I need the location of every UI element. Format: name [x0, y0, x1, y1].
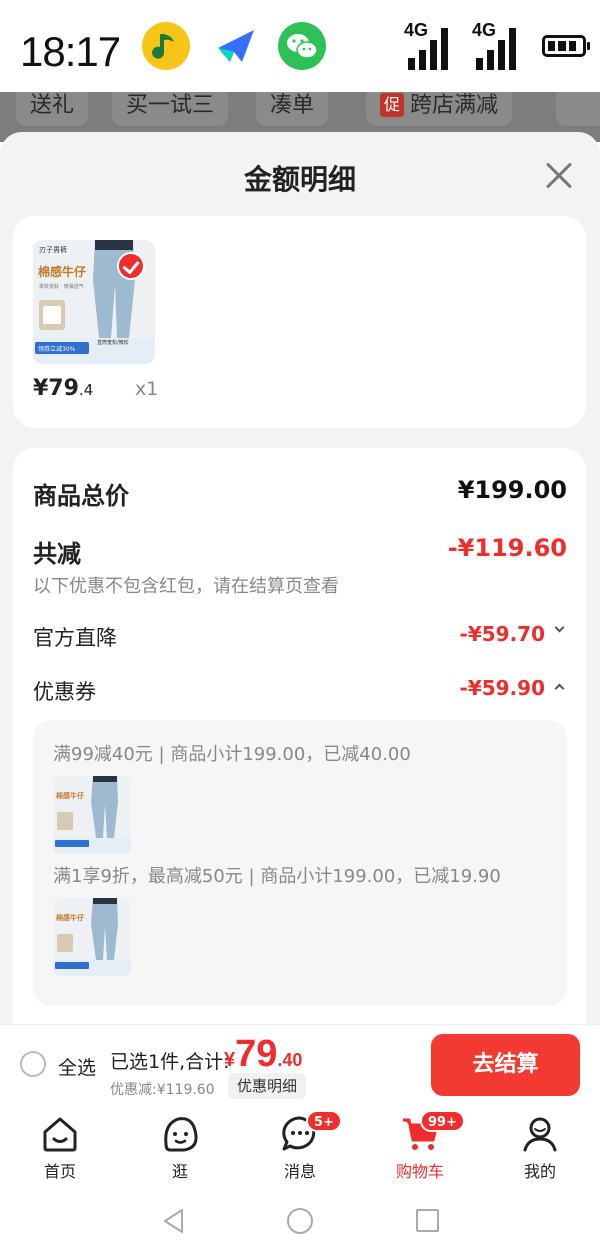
tab-messages[interactable]: 5+ 消息 — [260, 1110, 342, 1188]
tab-home[interactable]: 首页 — [20, 1114, 100, 1188]
tab-label: 首页 — [43, 1162, 76, 1181]
tab-label: 逛 — [171, 1162, 188, 1181]
official-discount-label: 官方直降 — [33, 626, 117, 650]
selected-check-icon[interactable] — [117, 252, 145, 280]
checkout-total-dec: .40 — [277, 1050, 303, 1070]
coupon-line: 满99减40元 | 商品小计199.00，已减40.00 — [53, 744, 411, 765]
tab-browse[interactable]: 逛 — [140, 1114, 220, 1188]
currency-symbol: ¥ — [224, 1049, 236, 1071]
browse-icon — [164, 1117, 198, 1152]
product-card: 刃子男裤 棉感牛仔 柔软亲肤 · 微弹透气 领券立减30% 直筒宽松/微松 ¥7… — [13, 216, 586, 428]
thumb-brand-text: 刃子男裤 — [39, 245, 67, 254]
thumb-name-text: 棉感牛仔 — [56, 913, 84, 922]
official-discount-value: -¥59.70 — [459, 622, 545, 646]
promo-tab[interactable]: 送礼 — [16, 92, 89, 126]
checkout-bar: 全选 已选1件,合计: ¥79.40 优惠减:¥119.60 优惠明细 去结算 — [0, 1024, 600, 1106]
thumb-name-text: 棉感牛仔 — [56, 791, 84, 800]
tab-label: 消息 — [283, 1162, 316, 1181]
status-time: 18:17 — [20, 28, 121, 75]
recent-apps-icon[interactable] — [416, 1209, 439, 1232]
tab-label: 我的 — [523, 1162, 556, 1181]
battery-icon — [542, 35, 590, 57]
profile-icon — [523, 1117, 557, 1152]
selected-count-text: 已选1件,合计: — [110, 1051, 230, 1073]
tab-label: 购物车 — [395, 1162, 444, 1181]
discount-note: 以下优惠不包含红包，请在结算页查看 — [33, 576, 339, 597]
checkout-total-int: 79 — [235, 1033, 278, 1075]
tab-profile[interactable]: 我的 — [500, 1114, 580, 1188]
home-icon — [43, 1117, 77, 1152]
product-thumbnail[interactable]: 刃子男裤 棉感牛仔 柔软亲肤 · 微弹透气 领券立减30% 直筒宽松/微松 — [33, 240, 155, 364]
sheet-title: 金额明细 — [243, 163, 356, 196]
thumb-promo-text: 领券立减30% — [38, 345, 76, 353]
coupon-detail-box: 满99减40元 | 商品小计199.00，已减40.00 棉感牛仔 满1享9折，… — [33, 720, 567, 1006]
coupon-line: 满1享9折，最高减50元 | 商品小计199.00，已减19.90 — [53, 866, 501, 887]
total-price-value: ¥199.00 — [457, 476, 567, 504]
qq-music-icon — [142, 22, 190, 70]
product-quantity: x1 — [135, 378, 159, 400]
promo-tab[interactable]: 凑单 — [256, 92, 329, 126]
thumb-sub-text: 柔软亲肤 · 微弹透气 — [39, 283, 84, 290]
chevron-down-icon — [554, 622, 565, 633]
tab-cart[interactable]: 99+ 购物车 — [380, 1110, 465, 1188]
message-badge: 5+ — [306, 1110, 342, 1132]
home-nav-icon[interactable] — [287, 1208, 313, 1234]
total-reduction-label: 共减 — [33, 540, 81, 568]
promo-tab[interactable]: 买一试三 — [112, 92, 229, 126]
select-all-checkbox[interactable] — [20, 1051, 46, 1077]
system-navigation-bar — [0, 1188, 600, 1254]
product-price-int: ¥79 — [33, 376, 79, 401]
total-price-label: 商品总价 — [33, 482, 129, 510]
signal-icon: 4G — [472, 20, 524, 72]
discount-summary: 优惠减:¥119.60 — [110, 1082, 215, 1098]
promo-mark: 促 — [380, 93, 405, 117]
bottom-tab-bar: 首页 逛 5+ 消息 99+ 购物车 我的 — [0, 1106, 600, 1188]
close-button[interactable] — [540, 156, 580, 196]
select-all-label[interactable]: 全选 — [58, 1053, 96, 1080]
feishu-icon — [212, 22, 260, 70]
discount-detail-button[interactable]: 优惠明细 — [228, 1073, 307, 1099]
thumb-name-text: 棉感牛仔 — [38, 264, 86, 279]
coupon-label: 优惠券 — [33, 680, 96, 704]
coupon-product-thumbnail: 棉感牛仔 — [53, 898, 131, 976]
coupon-value: -¥59.90 — [459, 676, 545, 700]
cart-badge: 99+ — [420, 1110, 465, 1132]
chevron-up-icon — [554, 683, 565, 694]
promo-tab-label: 跨店满减 — [410, 93, 499, 118]
total-reduction-value: -¥119.60 — [447, 534, 567, 562]
signal-icon: 4G — [404, 20, 456, 72]
coupon-product-thumbnail: 棉感牛仔 — [53, 776, 131, 854]
promo-tab-partial[interactable] — [556, 92, 600, 126]
product-price-dec: .4 — [78, 381, 94, 399]
product-price: ¥79.4 — [33, 376, 93, 401]
checkout-total: ¥79.40 — [224, 1033, 302, 1076]
amount-detail-card: 商品总价 ¥199.00 共减 -¥119.60 以下优惠不包含红包，请在结算页… — [13, 448, 586, 1024]
promo-tab-cross-store[interactable]: 促跨店满减 — [366, 92, 513, 126]
checkout-button[interactable]: 去结算 — [431, 1034, 580, 1096]
amount-detail-sheet: 金额明细 刃子男裤 棉感牛仔 柔软亲肤 · 微弹透气 领券立减30% 直筒宽松/… — [0, 132, 600, 1024]
wechat-icon — [278, 22, 326, 70]
status-bar: 18:17 4G 4G — [0, 0, 600, 92]
thumb-tag-text: 直筒宽松/微松 — [97, 339, 129, 346]
back-icon[interactable] — [162, 1208, 186, 1234]
